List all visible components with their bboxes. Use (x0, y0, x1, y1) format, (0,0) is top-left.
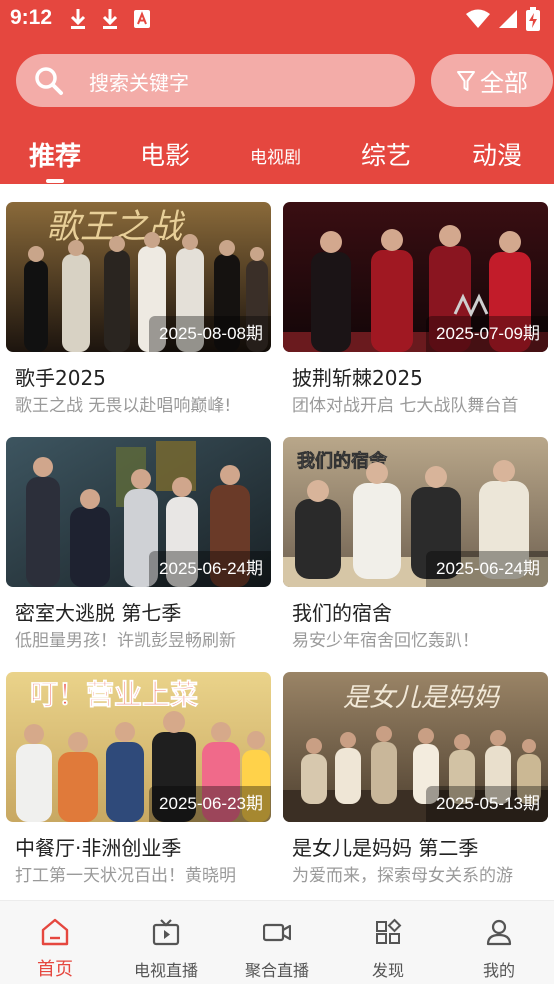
status-bar: 9:12 (0, 0, 554, 38)
show-description: 低胆量男孩！许凯彭昱畅刷新 (15, 631, 236, 651)
show-card-daughter-and-mother-s2[interactable]: 是女儿是妈妈 2025-05-13期 是女儿是妈妈 第二季 为爱而来，探索母女关… (283, 672, 548, 886)
status-time: 9:12 (10, 6, 53, 29)
show-card-chinese-restaurant-africa[interactable]: 叮！营业上菜 2025-06-23期 中餐厅·非洲创业季 打工第一天状况百出！黄… (6, 672, 271, 886)
poster-title-text: 是女儿是妈妈 (343, 683, 501, 713)
nav-item-home[interactable]: 首页 (0, 901, 110, 984)
app-header: 9:12 搜索关键字 全部 推荐 电影 电视剧 综艺 动漫 (0, 0, 554, 184)
filter-label: 全部 (480, 69, 528, 97)
show-title: 披荆斩棘2025 (292, 366, 423, 390)
active-tab-indicator (46, 179, 64, 183)
video-camera-icon (263, 923, 291, 942)
category-tabs: 推荐 电影 电视剧 综艺 动漫 (0, 124, 554, 184)
app-notification-icon (134, 10, 150, 28)
search-input[interactable] (16, 54, 415, 107)
show-description: 易安少年宿舍回忆轰趴！ (292, 631, 479, 651)
tab-label: 推荐 (29, 142, 82, 172)
show-card-our-dormitory[interactable]: 我们的宿舍 2025-06-24期 我们的宿舍 易安少年宿舍回忆轰趴！ (283, 437, 548, 651)
signal-icon (499, 10, 517, 28)
filter-icon (457, 70, 475, 91)
battery-charging-icon (526, 7, 540, 31)
show-thumbnail: 2025-07-09期 (283, 202, 548, 352)
episode-badge: 2025-06-24期 (149, 551, 271, 587)
nav-item-tv-live[interactable]: 电视直播 (111, 901, 221, 984)
show-title: 是女儿是妈妈 第二季 (292, 836, 479, 860)
wifi-icon (466, 9, 490, 28)
bottom-navigation: 首页 电视直播 聚合直播 发现 我的 (0, 900, 554, 984)
nav-label: 发现 (371, 961, 404, 980)
episode-badge: 2025-08-08期 (149, 316, 271, 352)
show-title: 密室大逃脱 第七季 (15, 601, 182, 625)
show-thumbnail: 歌王之战 2025-08-08期 (6, 202, 271, 352)
discover-grid-icon (376, 918, 402, 944)
nav-label: 我的 (482, 961, 515, 980)
show-thumbnail: 叮！营业上菜 2025-06-23期 (6, 672, 271, 822)
show-card-call-me-by-fire-2025[interactable]: 2025-07-09期 披荆斩棘2025 团体对战开启 七大战队舞台首 (283, 202, 548, 416)
show-description: 为爱而来，探索母女关系的游 (292, 866, 513, 886)
show-thumbnail: 2025-06-24期 (6, 437, 271, 587)
episode-badge: 2025-05-13期 (426, 786, 548, 822)
episode-badge: 2025-06-24期 (426, 551, 548, 587)
tv-icon (152, 919, 180, 946)
show-card-singer-2025[interactable]: 歌王之战 2025-08-08期 歌手2025 歌王之战 无畏以赴唱响巅峰! (6, 202, 271, 416)
tab-recommend[interactable]: 推荐 (29, 136, 81, 173)
poster-title-text: 叮！营业上菜 (30, 678, 198, 711)
tab-label: 电影 (140, 141, 191, 170)
show-description: 团体对战开启 七大战队舞台首 (292, 396, 519, 416)
nav-item-profile[interactable]: 我的 (444, 901, 554, 984)
nav-item-discover[interactable]: 发现 (333, 901, 443, 984)
tab-variety[interactable]: 综艺 (361, 136, 411, 172)
content-grid: 歌王之战 2025-08-08期 歌手2025 歌王之战 无畏以赴唱响巅峰! 2… (0, 184, 554, 900)
episode-badge: 2025-06-23期 (149, 786, 271, 822)
download-icon (102, 9, 118, 29)
status-notification-icons (68, 7, 152, 31)
show-description: 歌王之战 无畏以赴唱响巅峰! (15, 396, 232, 416)
show-title: 歌手2025 (15, 366, 106, 390)
episode-badge: 2025-07-09期 (426, 316, 548, 352)
download-icon (70, 9, 86, 29)
nav-label: 电视直播 (133, 961, 198, 980)
show-description: 打工第一天状况百出！黄晓明 (15, 866, 236, 886)
status-system-icons (466, 7, 540, 31)
search-placeholder: 搜索关键字 (89, 71, 189, 95)
show-title: 中餐厅·非洲创业季 (15, 836, 182, 860)
tab-tv-series[interactable]: 电视剧 (250, 143, 301, 168)
tab-label: 电视剧 (250, 148, 301, 168)
show-card-great-escape-s7[interactable]: 2025-06-24期 密室大逃脱 第七季 低胆量男孩！许凯彭昱畅刷新 (6, 437, 271, 651)
filter-button[interactable]: 全部 (431, 54, 553, 107)
tab-label: 动漫 (472, 141, 523, 170)
nav-label: 聚合直播 (244, 961, 309, 980)
user-icon (486, 919, 512, 946)
show-title: 我们的宿舍 (292, 601, 392, 625)
show-thumbnail: 我们的宿舍 2025-06-24期 (283, 437, 548, 587)
nav-item-aggregate-live[interactable]: 聚合直播 (222, 901, 332, 984)
tab-anime[interactable]: 动漫 (472, 136, 522, 172)
home-icon (41, 918, 69, 946)
tab-movie[interactable]: 电影 (140, 136, 190, 172)
nav-label: 首页 (37, 959, 73, 980)
search-icon (35, 67, 63, 95)
show-thumbnail: 是女儿是妈妈 2025-05-13期 (283, 672, 548, 822)
tab-label: 综艺 (361, 141, 412, 170)
